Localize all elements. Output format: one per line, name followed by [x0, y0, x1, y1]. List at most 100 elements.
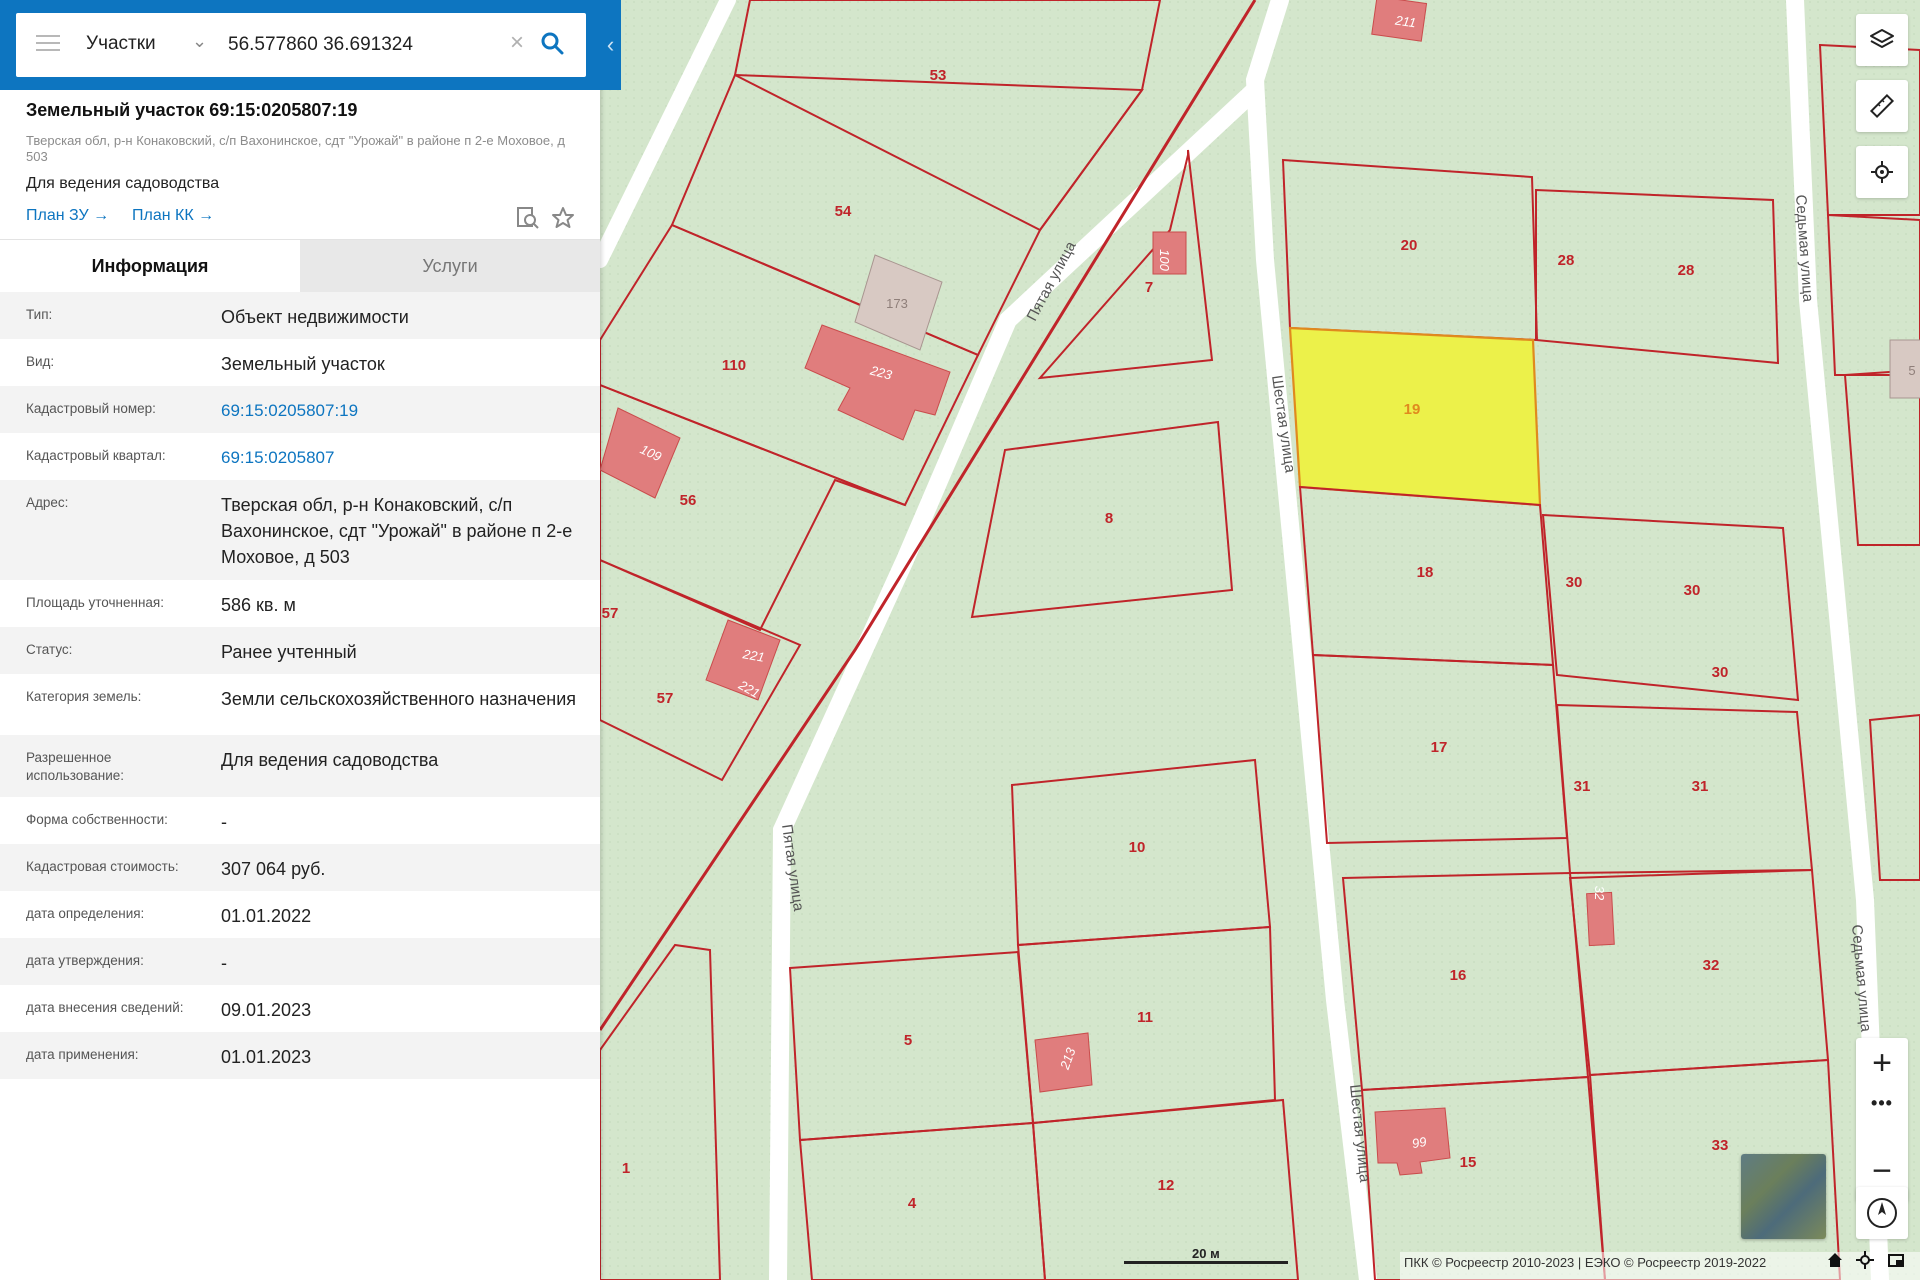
minus-icon: −: [1872, 1152, 1892, 1190]
info-row-label: дата определения:: [26, 906, 145, 921]
info-row-value: 307 064 руб.: [221, 859, 326, 879]
plus-icon: +: [1872, 1044, 1892, 1082]
info-panel: Участки ⌄ × ‹ Земельный участок 69:15:02…: [0, 0, 621, 1280]
info-row: Тип: Объект недвижимости: [0, 292, 600, 339]
chevron-down-icon[interactable]: ⌄: [192, 31, 207, 52]
search-type-select[interactable]: Участки: [86, 33, 156, 55]
ruler-icon: [1869, 93, 1895, 119]
plan-kk-link[interactable]: План КК →: [132, 207, 214, 225]
building-number-label: 5: [1908, 363, 1915, 378]
info-row: дата применения: 01.01.2023: [0, 1032, 600, 1079]
layers-button[interactable]: [1856, 14, 1908, 66]
plot-number-label: 5: [904, 1032, 912, 1049]
plot-number-label: 57: [657, 690, 674, 707]
zoom-control: + ••• −: [1856, 1038, 1908, 1202]
crosshair-icon[interactable]: [1856, 1251, 1874, 1269]
building-number-label: 32: [1592, 886, 1607, 901]
plot-number-label: 4: [908, 1195, 917, 1212]
zoom-more-icon[interactable]: •••: [1856, 1093, 1908, 1114]
info-row-value[interactable]: 69:15:0205807:19: [221, 398, 581, 424]
search-input[interactable]: [226, 27, 510, 63]
report-search-icon[interactable]: [515, 205, 541, 231]
basemap-switcher[interactable]: [1741, 1154, 1826, 1239]
scale-label: 20 м: [1192, 1246, 1220, 1261]
info-row-value: 01.01.2022: [221, 906, 312, 926]
star-icon[interactable]: [550, 205, 576, 231]
plot-number-label: 54: [835, 203, 852, 220]
info-row: дата утверждения: -: [0, 938, 600, 985]
plot-number-label: 32: [1703, 957, 1720, 974]
compass-icon: [1867, 1198, 1897, 1228]
plot-number-label: 7: [1145, 279, 1153, 296]
plot-number-label: 53: [930, 67, 947, 84]
info-row-value: 01.01.2023: [221, 1047, 312, 1067]
menu-icon[interactable]: [36, 35, 60, 55]
info-row-label: Кадастровый номер:: [26, 401, 156, 416]
plot-number-label: 16: [1450, 967, 1467, 984]
info-row-label: Категория земель:: [26, 689, 142, 704]
info-row-label: Форма собственности:: [26, 812, 168, 827]
plot-number-label: 110: [722, 357, 746, 374]
plot-number-label: 57: [602, 605, 619, 622]
plot-number-label: 31: [1574, 778, 1591, 795]
layers-icon: [1870, 29, 1894, 48]
tabs: Информация Услуги: [0, 240, 600, 292]
plot-number-label: 12: [1158, 1177, 1175, 1194]
info-row: Кадастровый номер: 69:15:0205807:19: [0, 386, 600, 433]
info-row-label: дата утверждения:: [26, 953, 144, 968]
scale-line: [1124, 1261, 1288, 1264]
parcel-title: Земельный участок 69:15:0205807:19: [26, 100, 358, 120]
search-icon[interactable]: [540, 31, 564, 60]
plot-number-label: 17: [1431, 739, 1448, 756]
info-row-label: Статус:: [26, 642, 73, 657]
info-row: Площадь уточненная: 586 кв. м: [0, 580, 600, 627]
fullscreen-icon[interactable]: [1887, 1251, 1905, 1269]
plot-number-label: 30: [1566, 574, 1583, 591]
info-row: Кадастровая стоимость: 307 064 руб.: [0, 844, 600, 891]
info-row: Категория земель: Земли сельскохозяйствен…: [0, 674, 600, 735]
info-row-value: Земельный участок: [221, 354, 385, 374]
plot-number-label: 18: [1417, 564, 1434, 581]
plot-number-label: 8: [1105, 510, 1113, 527]
locate-button[interactable]: [1856, 146, 1908, 198]
info-row-value: 09.01.2023: [221, 1000, 312, 1020]
attribution-text: ПКК © Росреестр 2010-2023 | ЕЭКО © Росре…: [1404, 1255, 1767, 1270]
info-row-value: Ранее учтенный: [221, 642, 357, 662]
info-row: Адрес: Тверская обл, р-н Конаковский, с/п…: [0, 480, 600, 580]
building-number-label: 99: [1411, 1134, 1428, 1151]
plot-number-label: 28: [1678, 262, 1695, 279]
plot-number-label: 20: [1401, 237, 1418, 254]
locate-icon: [1871, 161, 1893, 183]
parcel-address-short: Тверская обл, р-н Конаковский, с/п Вахон…: [26, 133, 565, 164]
close-icon[interactable]: ×: [510, 29, 524, 57]
info-row: Кадастровый квартал: 69:15:0205807: [0, 433, 600, 480]
plot-number-label: 11: [1137, 1009, 1153, 1026]
plan-zu-link[interactable]: План ЗУ →: [26, 207, 109, 225]
zoom-in-button[interactable]: +: [1856, 1038, 1908, 1088]
ruler-button[interactable]: [1856, 80, 1908, 132]
plot-number-label: 30: [1684, 582, 1701, 599]
plot-number-label: 56: [680, 492, 697, 509]
search-box: Участки ⌄ ×: [16, 13, 586, 77]
scale-bar: 20 м: [1124, 1246, 1288, 1264]
building-number-label: 173: [886, 296, 908, 311]
info-row-value[interactable]: 69:15:0205807: [221, 445, 581, 471]
home-icon[interactable]: [1826, 1251, 1844, 1269]
tab-info[interactable]: Информация: [0, 240, 300, 292]
tab-services[interactable]: Услуги: [300, 240, 600, 292]
parcel-purpose: Для ведения садоводства: [26, 175, 220, 192]
info-row-value: Для ведения садоводства: [221, 750, 439, 770]
info-row: Вид: Земельный участок: [0, 339, 600, 386]
plot-number-label: 30: [1712, 664, 1729, 681]
info-row: Статус: Ранее учтенный: [0, 627, 600, 674]
info-row-value: -: [221, 953, 227, 973]
compass-button[interactable]: [1856, 1187, 1908, 1239]
collapse-panel-icon[interactable]: ‹: [600, 28, 621, 62]
info-row-label: Тип:: [26, 307, 53, 322]
building-32[interactable]: [1586, 891, 1615, 947]
info-row: Разрешенное использование: Для ведения са…: [0, 735, 600, 797]
plot-number-label: 33: [1712, 1137, 1729, 1154]
search-bar: Участки ⌄ × ‹: [0, 0, 621, 90]
plot-number-label: 10: [1129, 839, 1146, 856]
info-row-label: дата применения:: [26, 1047, 139, 1062]
